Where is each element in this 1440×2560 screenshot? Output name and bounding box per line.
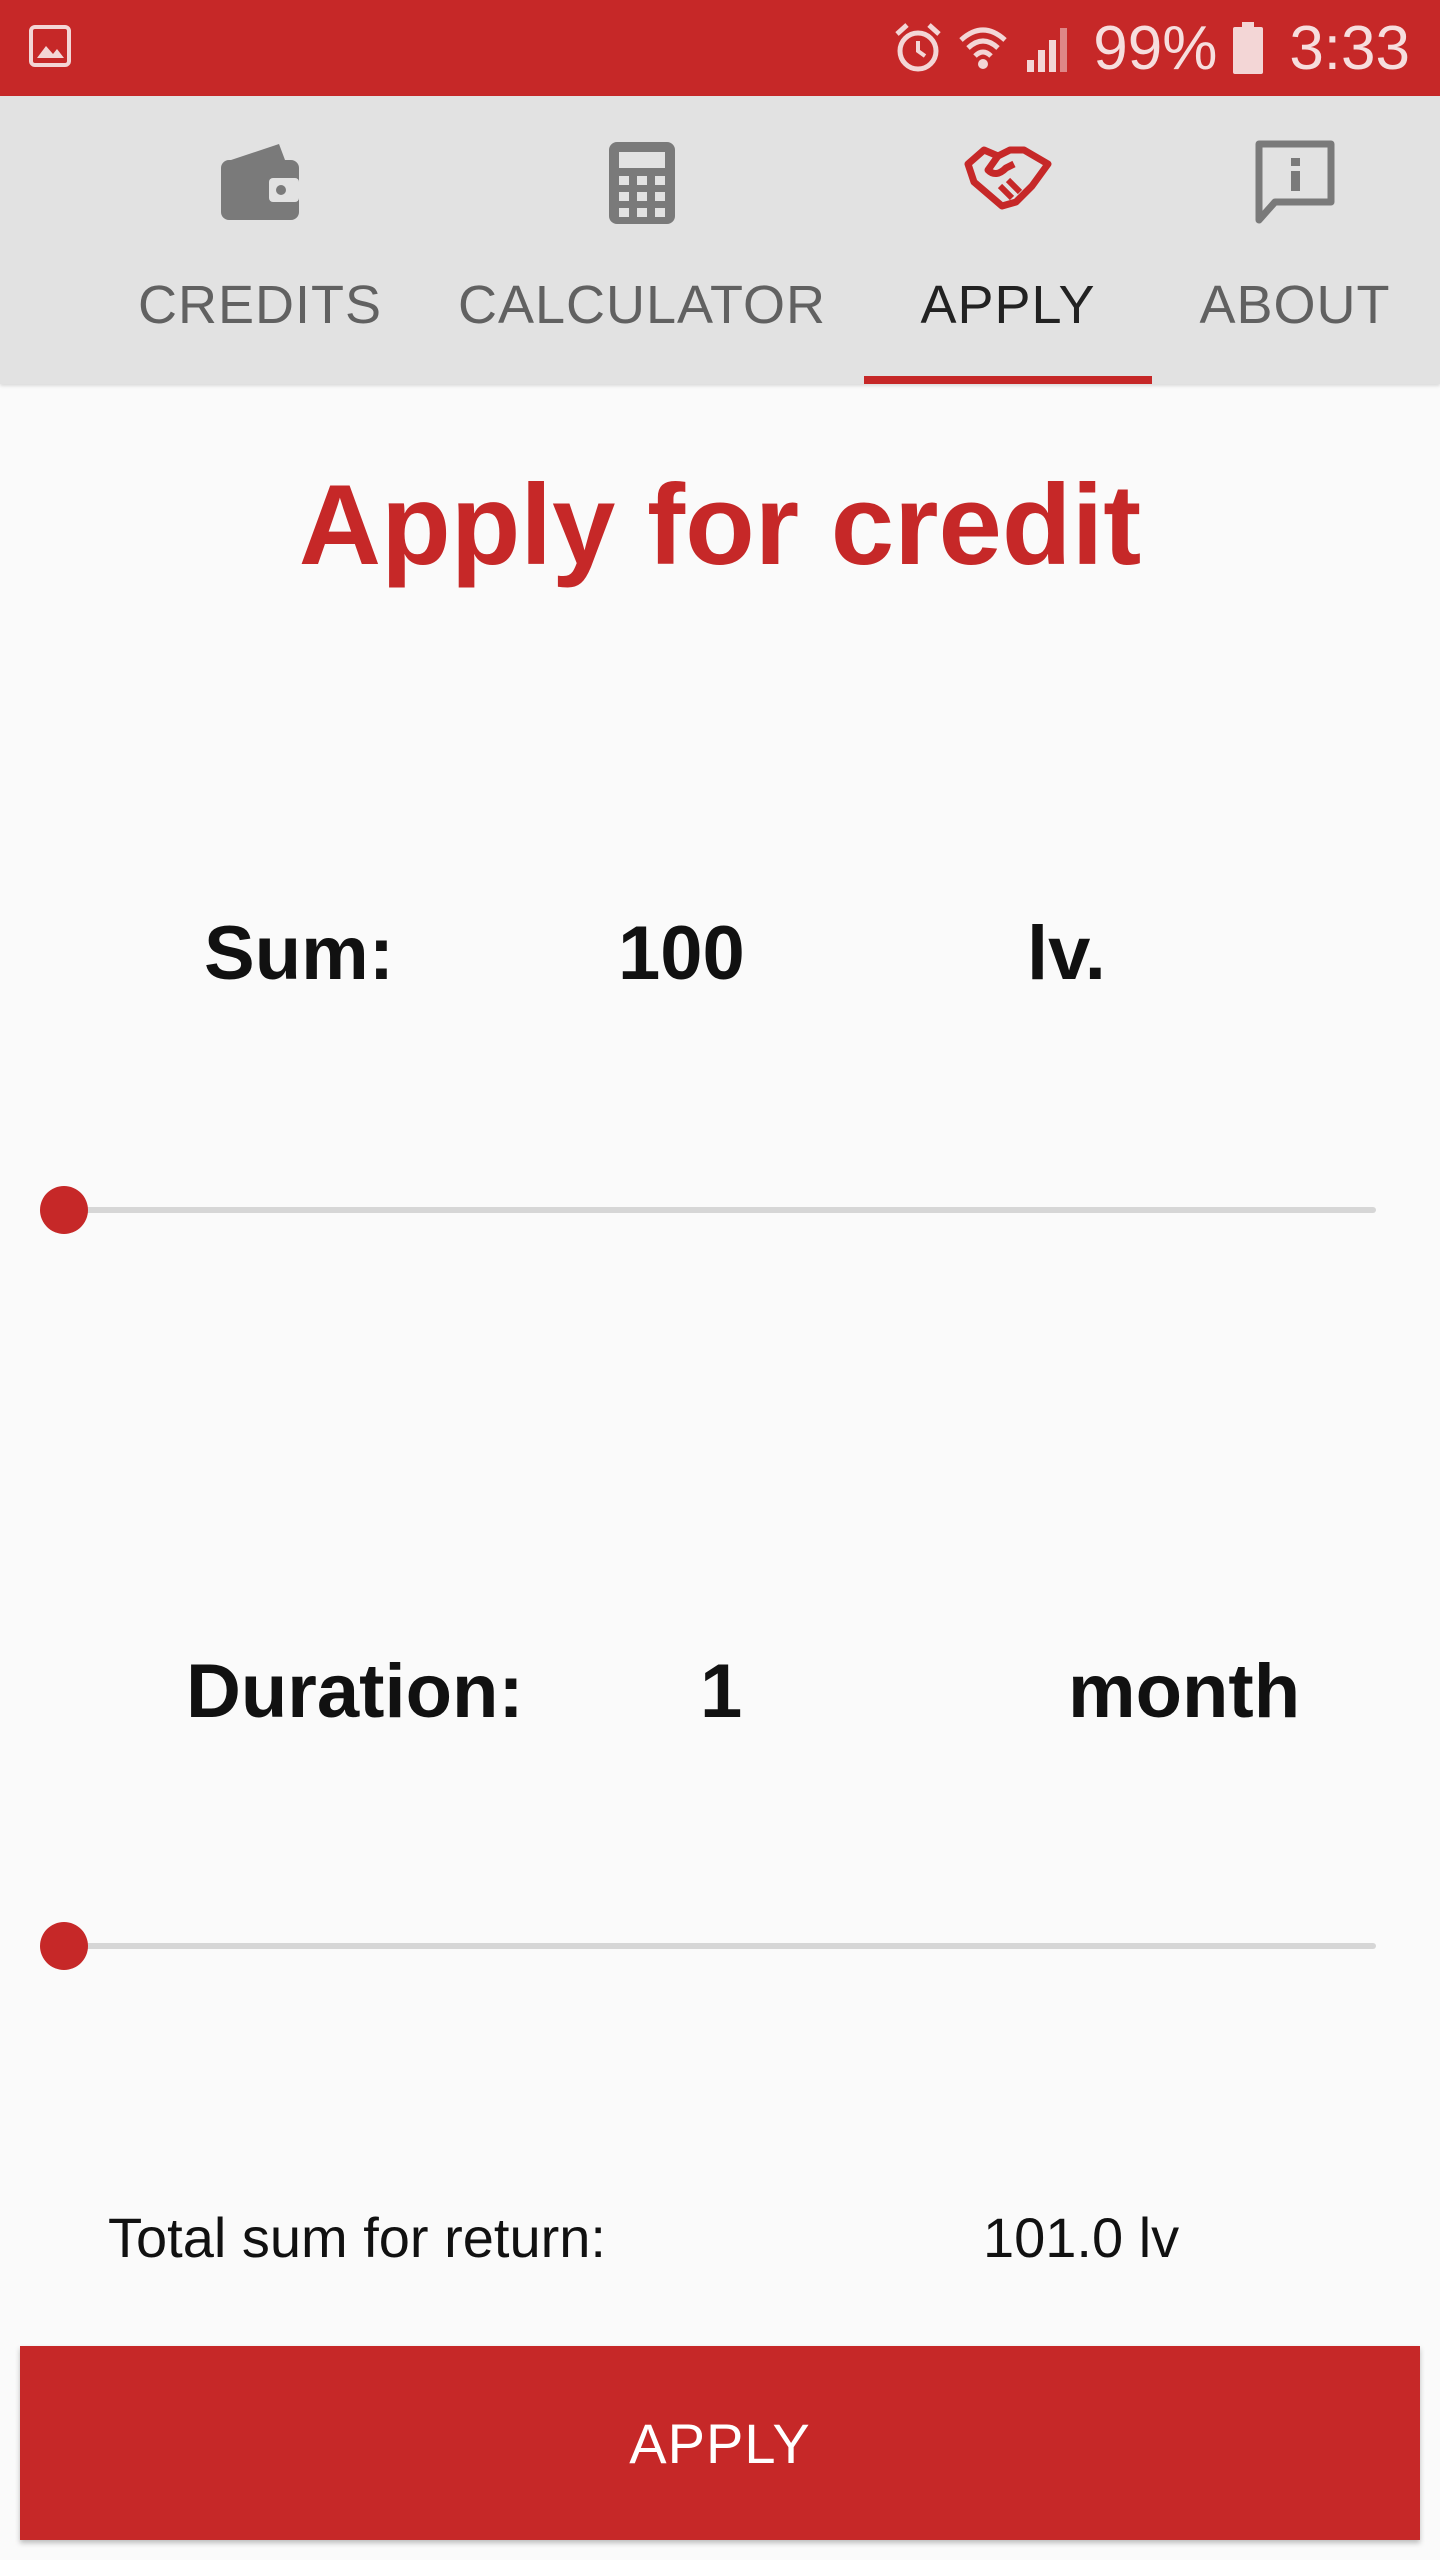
tab-about[interactable]: ABOUT [1170, 96, 1420, 384]
tab-label: CREDITS [137, 275, 382, 335]
apply-button[interactable]: APPLY [20, 2346, 1420, 2540]
clock: 3:33 [1289, 13, 1410, 83]
tab-apply[interactable]: APPLY [864, 96, 1152, 384]
tab-calculator[interactable]: CALCULATOR [450, 96, 834, 384]
total-value: 101.0 lv [983, 2206, 1180, 2269]
status-bar: 99% 3:33 [0, 0, 1440, 96]
tab-le[interactable]: LE [0, 96, 60, 384]
battery-icon [1233, 22, 1264, 74]
wallet-icon [221, 144, 299, 220]
battery-percent: 99% [1093, 13, 1218, 83]
tab-bar: LE CREDITS CALCULATOR APPLY [0, 96, 1440, 384]
info-message-icon [1255, 140, 1335, 224]
sum-label: Sum: [204, 911, 394, 996]
sum-value: 100 [618, 911, 745, 996]
duration-slider[interactable] [40, 1916, 1376, 1976]
slider-thumb[interactable] [40, 1186, 88, 1234]
tab-label: CALCULATOR [457, 275, 827, 335]
page-title: Apply for credit [298, 462, 1142, 589]
handshake-icon [964, 146, 1052, 210]
tab-label: APPLY [920, 275, 1096, 335]
duration-label: Duration: [186, 1649, 524, 1734]
slider-thumb[interactable] [40, 1922, 88, 1970]
signal-icon [1027, 28, 1068, 72]
alarm-icon [895, 23, 941, 72]
wifi-icon [959, 27, 1007, 69]
calculator-icon [609, 142, 675, 224]
sum-slider[interactable] [40, 1180, 1376, 1240]
slider-track [64, 1207, 1376, 1213]
tab-label: ABOUT [1199, 275, 1391, 335]
duration-value: 1 [700, 1649, 743, 1734]
active-tab-indicator [864, 376, 1152, 384]
gallery-icon [29, 25, 71, 67]
sum-unit: lv. [1027, 911, 1106, 996]
slider-track [64, 1943, 1376, 1949]
duration-unit: month [1068, 1649, 1301, 1734]
total-label: Total sum for return: [108, 2206, 606, 2269]
tab-credits[interactable]: CREDITS [120, 96, 400, 384]
